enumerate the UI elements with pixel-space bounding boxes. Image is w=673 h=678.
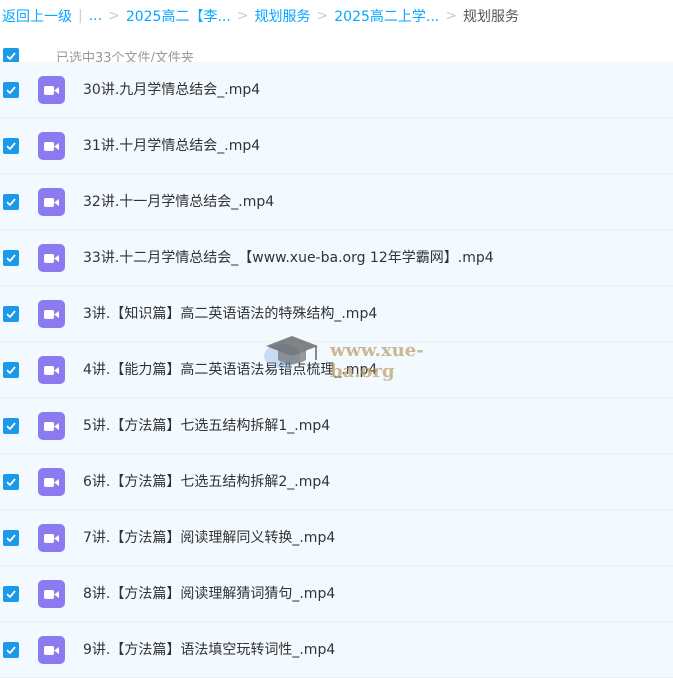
checkmark-icon [6,366,16,375]
breadcrumb-bar-separator: | [78,8,83,24]
video-file-icon [38,412,65,440]
file-row[interactable]: 4讲.【能力篇】高二英语语法易错点梳理_.mp4 [0,342,673,398]
checkmark-icon [6,646,16,655]
breadcrumb-separator: > [236,8,249,24]
file-name[interactable]: 5讲.【方法篇】七选五结构拆解1_.mp4 [83,398,330,454]
file-checkbox[interactable] [3,250,19,266]
file-row[interactable]: 33讲.十二月学情总结会_【www.xue-ba.org 12年学霸网】.mp4 [0,230,673,286]
file-checkbox[interactable] [3,306,19,322]
video-file-icon [38,580,65,608]
file-checkbox[interactable] [3,474,19,490]
video-file-icon [38,524,65,552]
checkmark-icon [6,52,16,61]
file-row[interactable]: 7讲.【方法篇】阅读理解同义转换_.mp4 [0,510,673,566]
breadcrumb-item-1[interactable]: 2025高二【李... [126,6,231,26]
file-row[interactable]: 5讲.【方法篇】七选五结构拆解1_.mp4 [0,398,673,454]
video-file-icon [38,300,65,328]
file-checkbox[interactable] [3,194,19,210]
file-checkbox[interactable] [3,586,19,602]
file-checkbox[interactable] [3,418,19,434]
breadcrumb-separator: > [108,8,120,24]
video-file-icon [38,636,65,664]
video-file-icon [38,132,65,160]
breadcrumb-separator: > [445,8,457,24]
checkmark-icon [6,590,16,599]
file-row[interactable]: 32讲.十一月学情总结会_.mp4 [0,174,673,230]
checkmark-icon [6,142,16,151]
breadcrumb-separator: > [316,8,329,24]
video-file-icon [38,188,65,216]
file-name[interactable]: 7讲.【方法篇】阅读理解同义转换_.mp4 [83,510,335,566]
file-name[interactable]: 4讲.【能力篇】高二英语语法易错点梳理_.mp4 [83,342,377,398]
checkmark-icon [6,254,16,263]
file-row[interactable]: 9讲.【方法篇】语法填空玩转词性_.mp4 [0,622,673,678]
file-name[interactable]: 6讲.【方法篇】七选五结构拆解2_.mp4 [83,454,330,510]
file-name[interactable]: 8讲.【方法篇】阅读理解猜词猜句_.mp4 [83,566,335,622]
checkmark-icon [6,534,16,543]
breadcrumb: 返回上一级 | ... > 2025高二【李... > 规划服务 > 2025高… [0,0,673,32]
breadcrumb-item-2[interactable]: 规划服务 [255,6,311,26]
file-checkbox[interactable] [3,530,19,546]
file-checkbox[interactable] [3,138,19,154]
file-list: 30讲.九月学情总结会_.mp4 31讲.十月学情总结会_.mp4 32讲.十一月学… [0,62,673,678]
breadcrumb-current: 规划服务 [462,9,519,25]
file-row[interactable]: 3讲.【知识篇】高二英语语法的特殊结构_.mp4 [0,286,673,342]
checkmark-icon [6,198,16,207]
video-file-icon [38,468,65,496]
video-file-icon [38,356,65,384]
file-name[interactable]: 30讲.九月学情总结会_.mp4 [83,62,260,118]
file-row[interactable]: 31讲.十月学情总结会_.mp4 [0,118,673,174]
file-row[interactable]: 8讲.【方法篇】阅读理解猜词猜句_.mp4 [0,566,673,622]
checkmark-icon [6,422,16,431]
checkmark-icon [6,86,16,95]
checkmark-icon [6,310,16,319]
file-checkbox[interactable] [3,642,19,658]
file-checkbox[interactable] [3,82,19,98]
file-row[interactable]: 6讲.【方法篇】七选五结构拆解2_.mp4 [0,454,673,510]
video-file-icon [38,244,65,272]
checkmark-icon [6,478,16,487]
file-name[interactable]: 32讲.十一月学情总结会_.mp4 [83,174,274,230]
file-name[interactable]: 33讲.十二月学情总结会_【www.xue-ba.org 12年学霸网】.mp4 [83,230,494,286]
file-checkbox[interactable] [3,362,19,378]
back-link[interactable]: 返回上一级 [2,6,72,26]
file-row[interactable]: 30讲.九月学情总结会_.mp4 [0,62,673,118]
video-file-icon [38,76,65,104]
breadcrumb-item-3[interactable]: 2025高二上学... [334,6,439,26]
breadcrumb-ellipsis[interactable]: ... [89,8,102,24]
file-name[interactable]: 3讲.【知识篇】高二英语语法的特殊结构_.mp4 [83,286,377,342]
file-name[interactable]: 9讲.【方法篇】语法填空玩转词性_.mp4 [83,622,335,678]
file-name[interactable]: 31讲.十月学情总结会_.mp4 [83,118,260,174]
